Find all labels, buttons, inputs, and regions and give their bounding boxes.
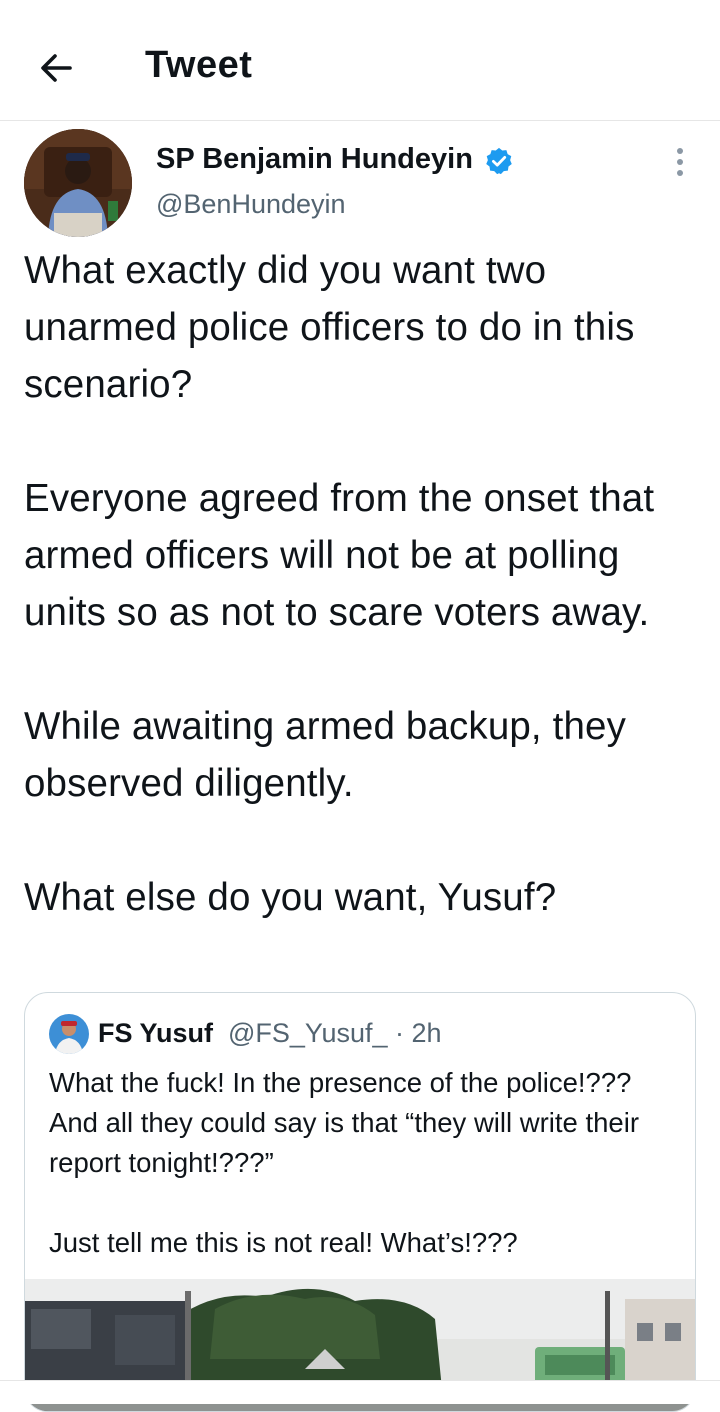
author-name[interactable]: SP Benjamin Hundeyin bbox=[156, 143, 473, 176]
quoted-tweet-meta: @FS_Yusuf_ · 2h bbox=[228, 1018, 442, 1049]
back-arrow-icon[interactable] bbox=[34, 46, 78, 90]
author-handle[interactable]: @BenHundeyin bbox=[156, 189, 346, 220]
meta-separator: · bbox=[395, 1018, 405, 1048]
quoted-author-handle: @FS_Yusuf_ bbox=[228, 1018, 388, 1048]
quoted-tweet-time: 2h bbox=[411, 1018, 442, 1048]
bottom-edge bbox=[0, 1380, 720, 1404]
quoted-tweet-text: What the fuck! In the presence of the po… bbox=[49, 1067, 639, 1258]
page-title: Tweet bbox=[145, 44, 253, 86]
more-options-icon[interactable] bbox=[668, 146, 692, 178]
quoted-author-avatar bbox=[49, 1014, 89, 1054]
tweet-text: What exactly did you want two unarmed po… bbox=[24, 249, 655, 919]
top-app-bar: Tweet bbox=[0, 0, 720, 121]
quoted-author-name: FS Yusuf bbox=[98, 1018, 214, 1048]
author-avatar[interactable] bbox=[24, 129, 132, 237]
quoted-avatar-image bbox=[49, 1014, 89, 1054]
quoted-tweet-card[interactable]: FS Yusuf @FS_Yusuf_ · 2h What the fuck! … bbox=[24, 992, 696, 1412]
verified-badge-icon bbox=[486, 147, 512, 175]
avatar-image bbox=[24, 129, 132, 237]
